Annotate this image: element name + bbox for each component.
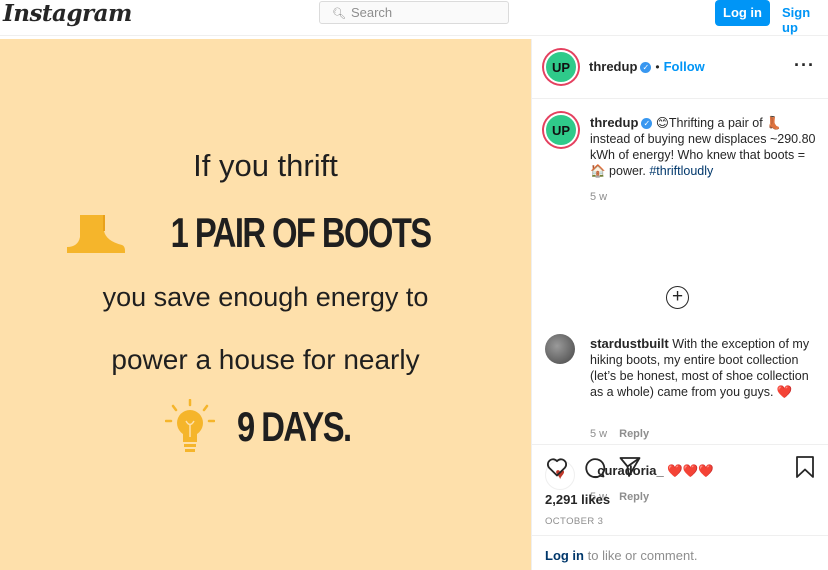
login-prompt: Log in to like or comment. bbox=[545, 548, 697, 563]
search-icon: 🔍︎ bbox=[332, 8, 346, 20]
post-image[interactable]: If you thrift 1 PAIR OF BOOTS you save e… bbox=[0, 39, 531, 570]
comment-meta: 5 w Reply bbox=[590, 428, 649, 440]
post-date[interactable]: OCTOBER 3 bbox=[545, 516, 603, 527]
likes-count[interactable]: 2,291 likes bbox=[545, 492, 610, 507]
follow-button[interactable]: Follow bbox=[664, 59, 705, 74]
header-user-row: thredup ✓ • Follow bbox=[589, 59, 705, 74]
image-text-line-1: If you thrift bbox=[193, 148, 338, 183]
boots-headline: 1 PAIR OF BOOTS bbox=[170, 209, 433, 256]
like-heart-icon[interactable] bbox=[545, 455, 569, 479]
instagram-logo[interactable]: Instagram bbox=[3, 0, 132, 27]
reply-button[interactable]: Reply bbox=[619, 428, 649, 440]
login-button[interactable]: Log in bbox=[715, 0, 770, 26]
more-options-icon[interactable]: ··· bbox=[794, 55, 815, 76]
caption-timestamp[interactable]: 5 w bbox=[590, 191, 607, 203]
login-divider bbox=[532, 535, 828, 536]
separator-dot: • bbox=[655, 60, 660, 74]
image-text-line-3: you save enough energy to bbox=[102, 282, 429, 312]
comment-username[interactable]: stardustbuilt bbox=[590, 336, 669, 351]
caption-text: thredup ✓ 😊Thrifting a pair of 👢 instead … bbox=[590, 115, 820, 179]
reply-button[interactable]: Reply bbox=[619, 491, 649, 503]
search-placeholder: Search bbox=[350, 5, 393, 20]
image-text-line-2: 1 PAIR OF BOOTS bbox=[0, 209, 531, 257]
login-prompt-text: to like or comment. bbox=[584, 548, 698, 563]
comment-timestamp[interactable]: 5 w bbox=[590, 428, 607, 440]
share-icon[interactable] bbox=[618, 455, 642, 479]
signup-link[interactable]: Sign up bbox=[782, 5, 828, 35]
bookmark-icon[interactable] bbox=[794, 455, 816, 479]
load-more-comments-icon[interactable]: + bbox=[666, 286, 689, 309]
commenter-avatar[interactable] bbox=[545, 334, 575, 364]
image-text-line-4: power a house for nearly bbox=[111, 344, 420, 375]
image-text-line-5: 9 DAYS. bbox=[0, 399, 531, 455]
comment-icon[interactable] bbox=[582, 455, 606, 479]
comment-body: ❤️❤️❤️ bbox=[667, 464, 714, 478]
top-navigation: Instagram 🔍︎ Search Log in Sign up bbox=[0, 0, 828, 35]
lightbulb-icon bbox=[164, 399, 215, 452]
days-headline: 9 DAYS. bbox=[236, 403, 352, 450]
verified-badge-icon: ✓ bbox=[640, 62, 652, 73]
login-link[interactable]: Log in bbox=[545, 548, 584, 563]
caption-avatar[interactable]: UP bbox=[544, 113, 578, 147]
boot-icon bbox=[66, 215, 125, 253]
search-input[interactable]: 🔍︎ Search bbox=[319, 1, 509, 24]
header-username[interactable]: thredup bbox=[589, 59, 637, 74]
caption-username[interactable]: thredup bbox=[590, 115, 638, 130]
avatar[interactable]: UP bbox=[544, 50, 578, 84]
post-side-panel: UP thredup ✓ • Follow ··· UP thredup ✓ 😊Thri… bbox=[531, 39, 828, 570]
nav-divider bbox=[0, 35, 828, 36]
comment-text: stardustbuilt With the exception of my h… bbox=[590, 336, 820, 400]
hashtag-link[interactable]: #thriftloudly bbox=[649, 164, 713, 178]
verified-badge-icon: ✓ bbox=[641, 118, 653, 129]
comment-text: _curadoria_ ❤️❤️❤️ bbox=[590, 463, 714, 479]
actions-divider bbox=[532, 444, 828, 445]
post-header: UP thredup ✓ • Follow ··· bbox=[532, 39, 828, 99]
